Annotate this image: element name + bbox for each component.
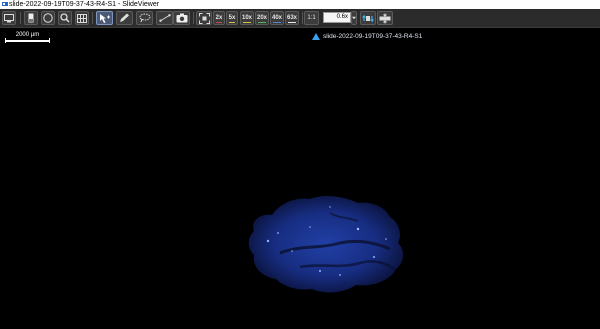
window-title: slide-2022-09-19T09-37-43-R4-S1 - SlideV… <box>9 1 160 8</box>
measure-tool-button[interactable] <box>156 11 173 25</box>
scale-bar-tick-right <box>49 38 50 43</box>
zoom-10x-button[interactable]: 10x <box>240 11 254 25</box>
magnifier-button[interactable] <box>58 11 72 25</box>
zoom-5x-button[interactable]: 5x <box>226 11 238 25</box>
zoom-20x-label: 20x <box>256 15 267 21</box>
zoom-40x-label: 40x <box>271 15 282 21</box>
zoom-level-input[interactable]: 0.6x <box>323 12 351 23</box>
annotate-tool-button[interactable] <box>116 11 133 25</box>
zoom-2x-label: 2x <box>215 15 223 21</box>
fit-to-screen-button[interactable] <box>196 11 212 25</box>
region-tool-button[interactable] <box>136 11 153 25</box>
monitor-icon-button[interactable] <box>2 11 16 25</box>
scale-bar-line <box>5 40 50 42</box>
slide-triangle-icon <box>312 32 320 40</box>
compass-icon <box>43 13 53 23</box>
zoom-10x-label: 10x <box>241 15 252 21</box>
slide-name-label[interactable]: slide-2022-09-19T09-37-43-R4-S1 <box>312 31 422 41</box>
pen-icon <box>119 13 129 22</box>
pointer-hand-icon <box>99 13 110 23</box>
zoom-63x-label: 63x <box>286 15 297 21</box>
sync-views-button[interactable] <box>360 11 376 25</box>
slide-icon <box>28 13 34 23</box>
camera-icon <box>176 13 187 23</box>
grid-icon <box>77 13 87 23</box>
scale-bar-tick-left <box>5 38 6 43</box>
monitor-icon <box>4 13 14 22</box>
layout-toggle-button[interactable] <box>377 11 393 25</box>
app-icon <box>2 2 8 6</box>
measure-icon <box>158 14 171 22</box>
zoom-dropdown-button[interactable] <box>351 11 357 25</box>
zoom-20x-button[interactable]: 20x <box>255 11 269 25</box>
slide-viewport[interactable] <box>0 28 600 329</box>
zoom-40x-button[interactable]: 40x <box>270 11 284 25</box>
fit-screen-icon <box>198 12 210 24</box>
title-bar: slide-2022-09-19T09-37-43-R4-S1 - SlideV… <box>0 0 600 9</box>
zoom-63x-button[interactable]: 63x <box>285 11 299 25</box>
lasso-icon <box>139 13 150 23</box>
pointer-tool-button[interactable] <box>96 11 113 25</box>
grid-view-button[interactable] <box>75 11 89 25</box>
search-icon <box>60 13 70 23</box>
zoom-one-to-one-button[interactable]: 1:1 <box>304 11 319 25</box>
toolbar: 2x 5x 10x 20x 40x 63x 1:1 <box>0 9 600 28</box>
zoom-2x-button[interactable]: 2x <box>213 11 225 25</box>
snapshot-button[interactable] <box>173 11 190 25</box>
slide-holder-button[interactable] <box>24 11 38 25</box>
scale-bar: 2000 µm <box>3 32 52 44</box>
scale-bar-label: 2000 µm <box>15 32 40 38</box>
chevron-down-icon <box>352 16 356 20</box>
sync-arrows-icon <box>362 14 374 22</box>
panel-layout-icon <box>379 13 391 23</box>
slide-name-text: slide-2022-09-19T09-37-43-R4-S1 <box>323 32 423 40</box>
one-to-one-label: 1:1 <box>307 15 316 21</box>
navigator-button[interactable] <box>41 11 55 25</box>
tissue-section-image <box>248 196 404 293</box>
zoom-5x-label: 5x <box>228 15 236 21</box>
